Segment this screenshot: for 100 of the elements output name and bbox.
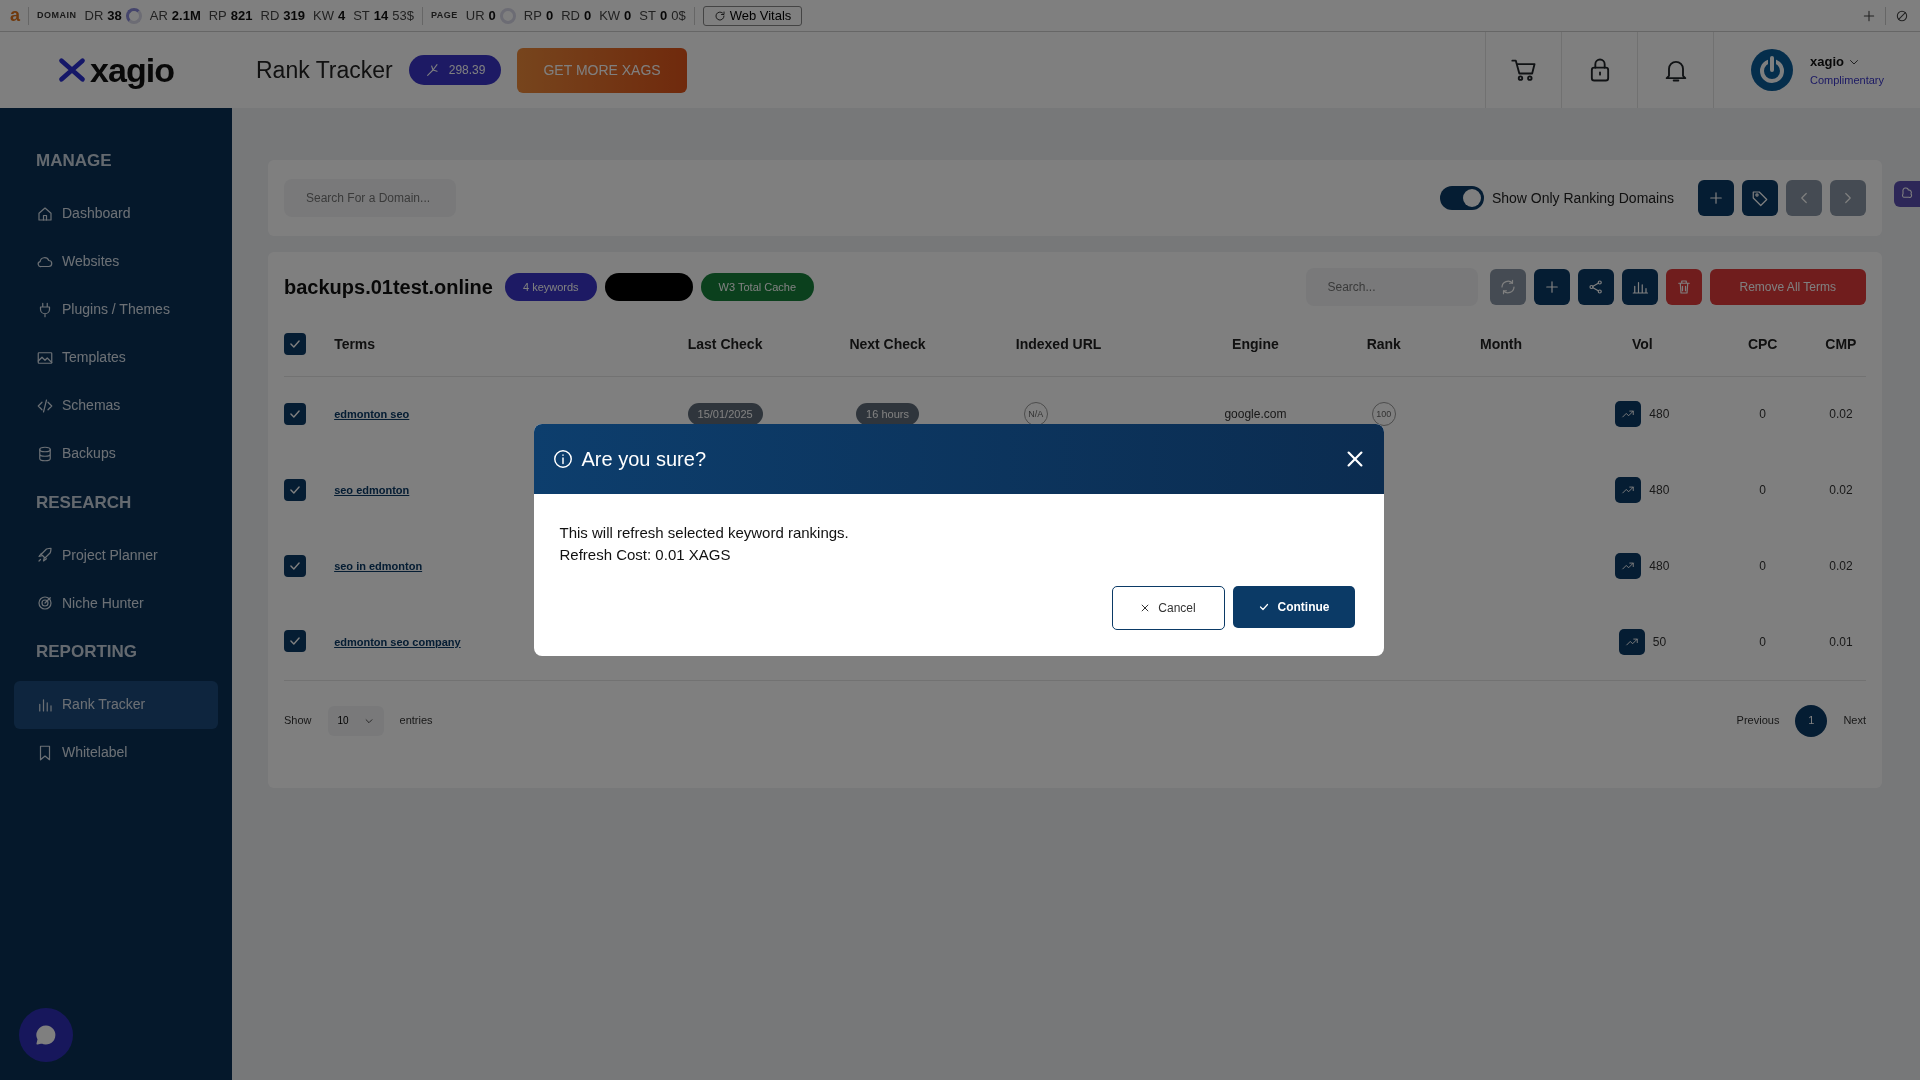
add-term-button[interactable] bbox=[1533, 269, 1570, 305]
metric-price: 0$ bbox=[671, 6, 686, 25]
cpc-cell: 0 bbox=[1759, 634, 1766, 649]
cmp-cell: 0.02 bbox=[1829, 483, 1853, 497]
previous-link[interactable]: Previous bbox=[1736, 712, 1780, 729]
metric-value: 38 bbox=[107, 6, 122, 25]
cpc-cell: 0 bbox=[1759, 483, 1766, 497]
tag-badge: W3 Total Cache bbox=[700, 273, 815, 301]
engine-cell: google.com bbox=[1224, 407, 1287, 422]
trend-icon bbox=[1621, 483, 1636, 497]
continue-button[interactable]: Continue bbox=[1232, 586, 1355, 628]
target-icon bbox=[36, 594, 54, 612]
checkbox[interactable] bbox=[284, 554, 306, 577]
metric-value: 0 bbox=[545, 6, 554, 25]
delete-button[interactable] bbox=[1665, 269, 1702, 305]
next-link[interactable]: Next bbox=[1843, 712, 1866, 729]
trend-button[interactable] bbox=[1618, 628, 1645, 655]
metric-label: AR bbox=[149, 6, 168, 25]
sidebar-item[interactable]: Project Planner bbox=[14, 531, 218, 579]
column-header: Vol bbox=[1632, 336, 1653, 353]
checkbox[interactable] bbox=[284, 402, 306, 425]
column-header: CMP bbox=[1825, 336, 1857, 353]
keyword-link[interactable]: edmonton seo bbox=[334, 408, 410, 421]
sidebar-item[interactable]: Backups bbox=[14, 429, 218, 478]
column-header: Rank bbox=[1366, 336, 1401, 353]
dialog-message: Refresh Cost: 0.01 XAGS bbox=[559, 545, 732, 565]
sidebar-item[interactable]: Templates bbox=[14, 333, 218, 382]
checkbox[interactable] bbox=[284, 478, 306, 501]
tag-icon bbox=[1751, 189, 1769, 207]
share-button[interactable] bbox=[1577, 269, 1614, 305]
column-header: CPC bbox=[1747, 336, 1778, 353]
page-title: Rank Tracker bbox=[256, 55, 393, 85]
dialog-title: Are you sure? bbox=[581, 447, 706, 472]
metric-value: 14 bbox=[373, 6, 389, 25]
volume-cell-text: 480 bbox=[1649, 558, 1670, 575]
metric-label: ST bbox=[353, 6, 370, 25]
code-icon bbox=[36, 396, 54, 415]
checkbox[interactable] bbox=[284, 332, 306, 355]
sidebar-item[interactable]: Websites bbox=[14, 237, 218, 286]
cmp-cell: 0.01 bbox=[1829, 634, 1853, 649]
column-header: Month bbox=[1480, 336, 1522, 353]
get-more-button[interactable]: GET MORE XAGS bbox=[517, 47, 687, 93]
keyword-link[interactable]: seo in edmonton bbox=[334, 560, 423, 572]
trend-button[interactable] bbox=[1615, 553, 1642, 579]
share-icon bbox=[1586, 278, 1605, 296]
metric-value: 0 bbox=[624, 6, 632, 25]
logo-icon: a bbox=[10, 2, 20, 29]
metric-label: KW bbox=[599, 6, 621, 25]
check-icon bbox=[1257, 601, 1270, 613]
section-label: DOMAIN bbox=[37, 8, 77, 22]
section-heading: REPORTING bbox=[35, 641, 139, 663]
sidebar-item[interactable]: Schemas bbox=[14, 381, 218, 430]
cancel-button[interactable]: Cancel bbox=[1111, 586, 1225, 630]
domain-title: backups.01test.online bbox=[284, 275, 493, 300]
keyword-search-field[interactable]: Search... bbox=[1305, 268, 1478, 306]
sidebar-item[interactable]: Plugins / Themes bbox=[14, 285, 218, 334]
tag-button[interactable] bbox=[1742, 180, 1778, 216]
domain-search-field[interactable]: Search For a Domain... bbox=[284, 179, 456, 217]
column-header: Last Check bbox=[687, 336, 763, 353]
web-vitals-button[interactable]: Web Vitals bbox=[702, 5, 803, 26]
metric-label: UR bbox=[465, 6, 485, 25]
metric-value: 821 bbox=[230, 6, 253, 25]
date-pill: 15/01/2025 bbox=[687, 403, 763, 426]
keyword-link[interactable]: edmonton seo company bbox=[334, 635, 461, 648]
metric-label: KW bbox=[313, 6, 334, 25]
trend-button[interactable] bbox=[1615, 401, 1642, 428]
checkbox[interactable] bbox=[284, 630, 306, 653]
volume-cell-text: 480 bbox=[1649, 406, 1670, 424]
chart-button[interactable] bbox=[1621, 269, 1658, 305]
trend-button[interactable] bbox=[1615, 477, 1642, 503]
sidebar-item[interactable]: Whitelabel bbox=[14, 728, 218, 777]
add-domain-button[interactable] bbox=[1698, 180, 1734, 216]
cmp-cell: 0.02 bbox=[1829, 559, 1853, 573]
side-tab[interactable] bbox=[1894, 181, 1920, 207]
close-icon bbox=[1140, 603, 1151, 613]
cpc-cell: 0 bbox=[1759, 559, 1766, 573]
brand-name: xagio bbox=[90, 49, 174, 91]
toggle-switch[interactable] bbox=[1439, 186, 1484, 210]
x-logo-icon bbox=[58, 56, 87, 84]
database-icon bbox=[36, 444, 54, 463]
user-menu[interactable]: xagio bbox=[1810, 52, 1884, 72]
metric-value: 0 bbox=[659, 6, 668, 25]
show-label: Show bbox=[284, 713, 312, 729]
metric-price: 53$ bbox=[392, 6, 414, 25]
sidebar-item[interactable]: Niche Hunter bbox=[14, 579, 218, 627]
volume-cell-text: 50 bbox=[1652, 633, 1667, 651]
balance-badge: 298.39 bbox=[408, 55, 502, 85]
info-icon bbox=[551, 448, 574, 470]
avatar-icon bbox=[1750, 48, 1795, 92]
metric-label: ST bbox=[639, 6, 656, 25]
ring-icon bbox=[125, 7, 142, 24]
page-size-select[interactable]: 10 bbox=[327, 705, 384, 736]
page-button[interactable]: 1 bbox=[1795, 704, 1828, 737]
column-header: Terms bbox=[334, 336, 376, 353]
sidebar-item[interactable]: Dashboard bbox=[14, 189, 218, 238]
sidebar-item[interactable]: Rank Tracker bbox=[14, 680, 218, 729]
keyword-link[interactable]: seo edmonton bbox=[334, 484, 410, 496]
volume-cell-text: 480 bbox=[1649, 482, 1670, 499]
cpc-cell: 0 bbox=[1759, 407, 1766, 422]
remove-all-button[interactable]: Remove All Terms bbox=[1709, 269, 1866, 305]
